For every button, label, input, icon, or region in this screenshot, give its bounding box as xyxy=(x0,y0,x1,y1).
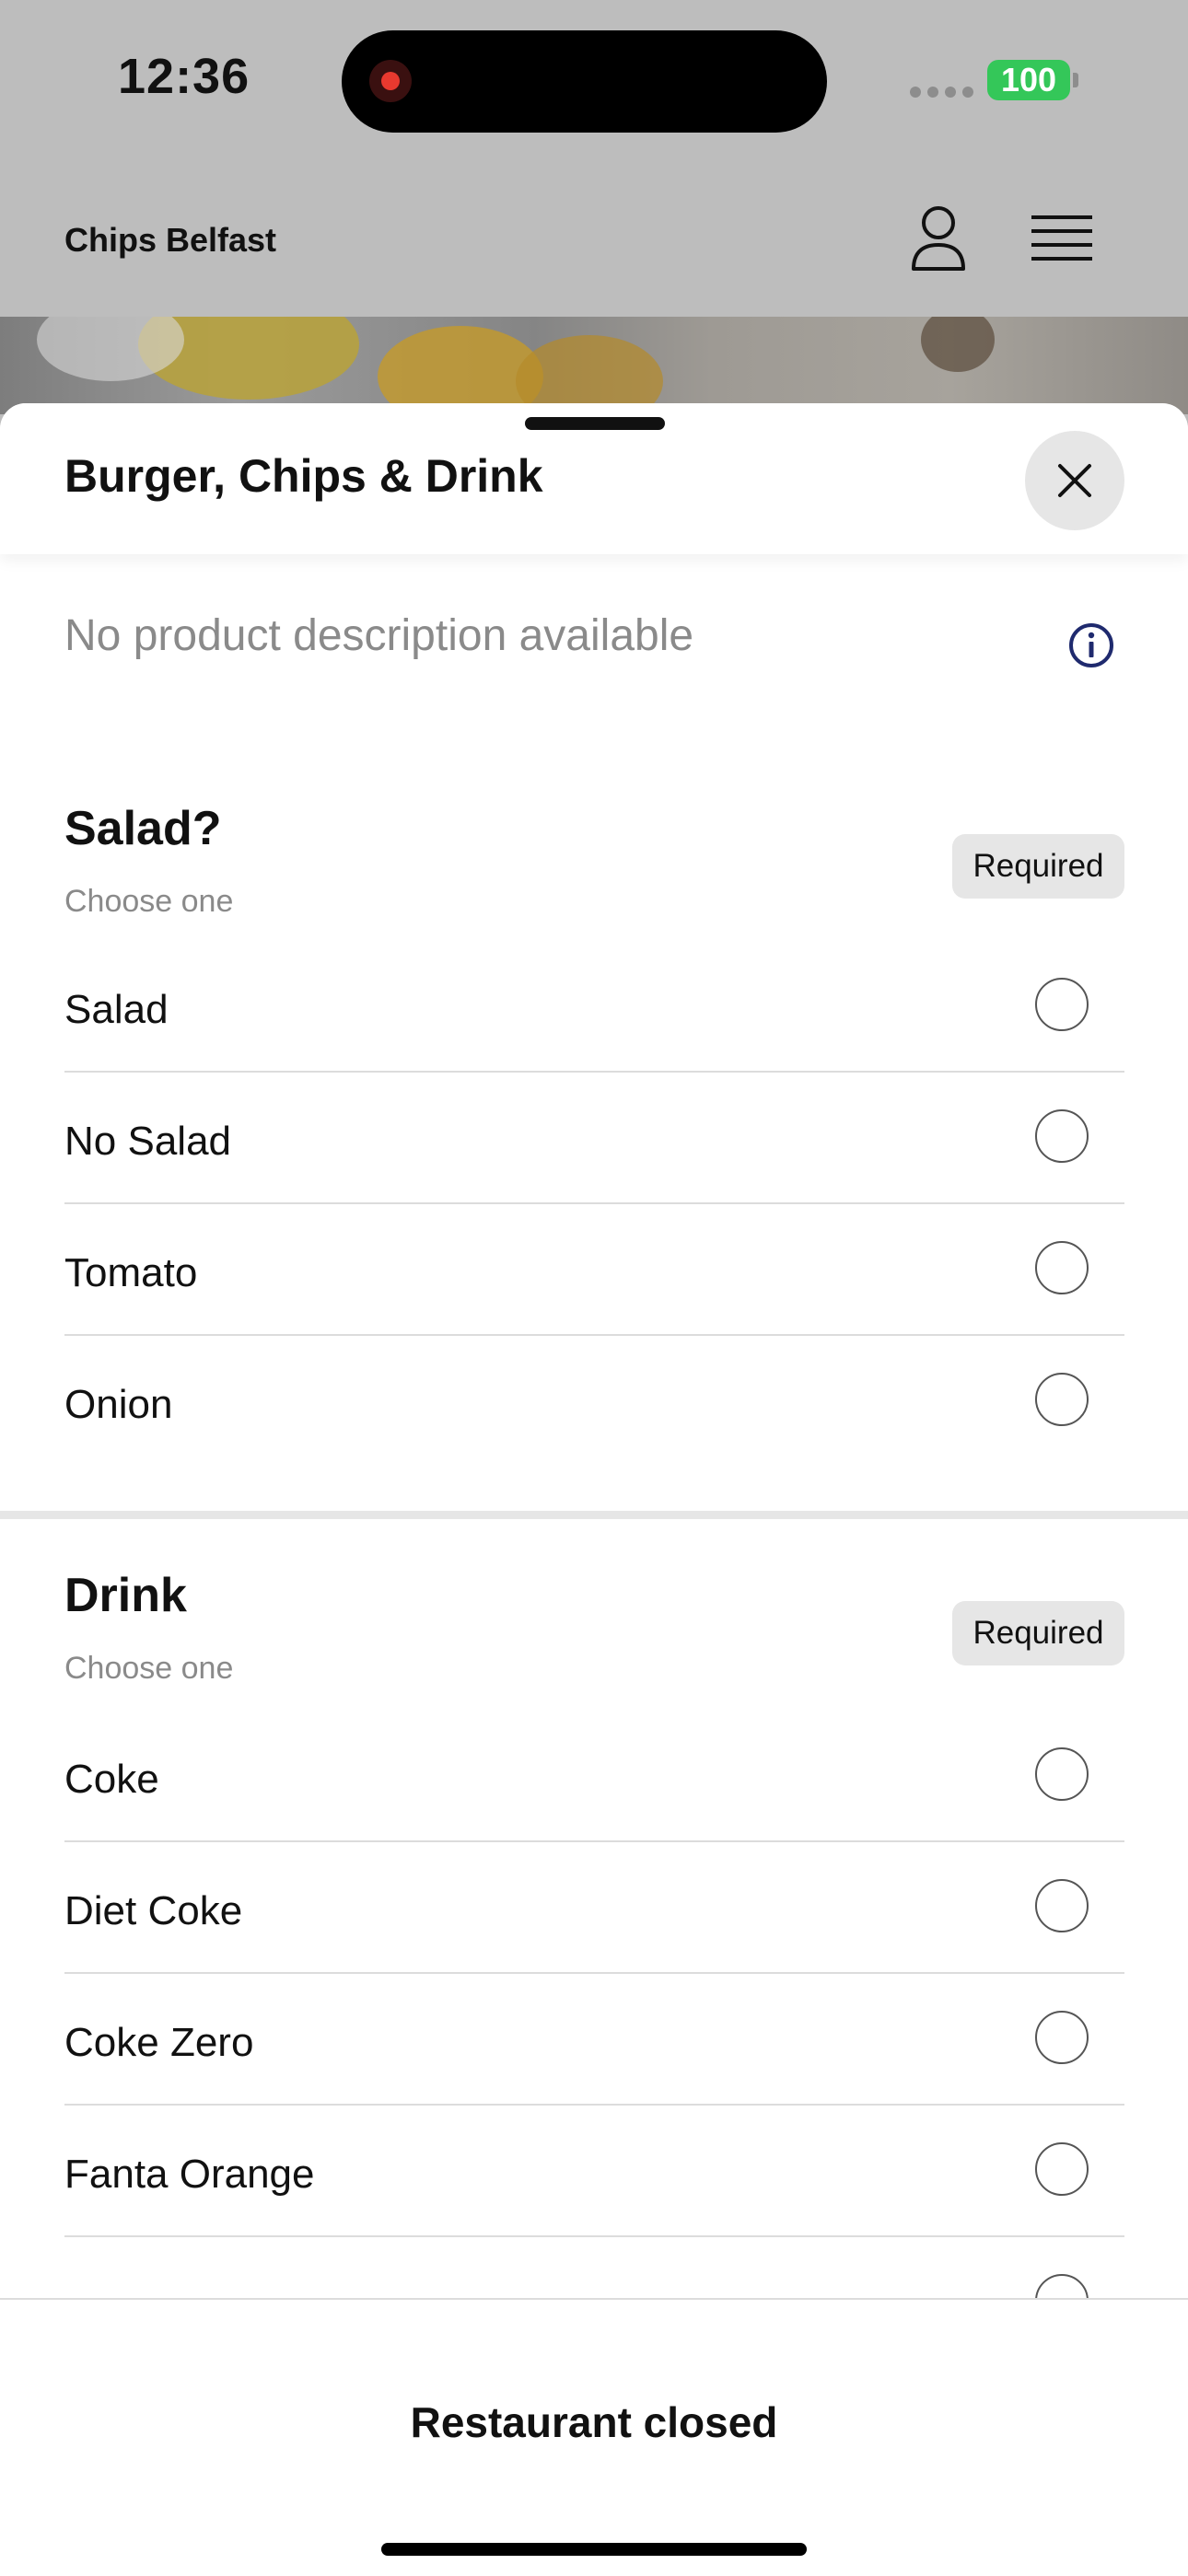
option-label: Coke xyxy=(64,1757,159,1802)
user-icon[interactable] xyxy=(910,204,967,271)
radio-button[interactable] xyxy=(1035,1879,1089,1932)
option-label: Onion xyxy=(64,1382,173,1427)
radio-button[interactable] xyxy=(1035,1241,1089,1294)
close-button[interactable] xyxy=(1025,431,1124,530)
option-list: Salad No Salad Tomato Onion xyxy=(64,941,1124,1466)
cellular-signal-icon xyxy=(910,87,973,98)
sheet-header: Burger, Chips & Drink xyxy=(0,403,1188,554)
dynamic-island xyxy=(342,30,827,133)
option-label: No Salad xyxy=(64,1119,232,1164)
required-badge: Required xyxy=(952,1601,1124,1665)
option-row[interactable]: Coke Zero xyxy=(64,1974,1124,2106)
product-title: Burger, Chips & Drink xyxy=(64,450,543,502)
radio-button[interactable] xyxy=(1035,978,1089,1031)
option-row[interactable]: No Salad xyxy=(64,1073,1124,1204)
radio-button[interactable] xyxy=(1035,1373,1089,1426)
required-badge: Required xyxy=(952,834,1124,899)
radio-button[interactable] xyxy=(1035,1109,1089,1163)
battery-tip xyxy=(1073,73,1078,87)
close-icon xyxy=(1058,464,1091,497)
option-row[interactable]: Tomato xyxy=(64,1204,1124,1336)
option-row[interactable]: Salad xyxy=(64,941,1124,1073)
hamburger-menu-icon[interactable] xyxy=(1031,214,1092,263)
option-label: Coke Zero xyxy=(64,2020,254,2065)
option-row[interactable]: Fanta Orange xyxy=(64,2106,1124,2237)
option-label: Diet Coke xyxy=(64,1888,243,1933)
home-indicator[interactable] xyxy=(381,2543,807,2556)
sheet-drag-handle[interactable] xyxy=(525,417,665,430)
status-time: 12:36 xyxy=(118,49,250,104)
sheet-footer: Restaurant closed xyxy=(0,2298,1188,2576)
restaurant-hero-image xyxy=(0,317,1188,414)
restaurant-brand[interactable]: Chips Belfast xyxy=(64,221,276,260)
restaurant-status: Restaurant closed xyxy=(410,2398,778,2446)
info-icon[interactable] xyxy=(1068,622,1114,668)
option-list: Coke Diet Coke Coke Zero Fanta Orange xyxy=(64,1711,1124,2367)
option-label: Salad xyxy=(64,987,169,1032)
section-divider xyxy=(0,1511,1188,1519)
radio-button[interactable] xyxy=(1035,2011,1089,2064)
option-row[interactable]: Diet Coke xyxy=(64,1842,1124,1974)
option-row[interactable]: Onion xyxy=(64,1336,1124,1466)
battery-icon: 100 xyxy=(987,60,1070,100)
option-label: Fanta Orange xyxy=(64,2152,315,2197)
product-description: No product description available xyxy=(64,611,694,660)
product-options-sheet: Burger, Chips & Drink No product descrip… xyxy=(0,403,1188,2574)
group-subtitle: Choose one xyxy=(64,884,234,919)
radio-button[interactable] xyxy=(1035,2142,1089,2196)
group-subtitle: Choose one xyxy=(64,1651,234,1686)
option-label: Tomato xyxy=(64,1250,198,1295)
group-title: Salad? xyxy=(64,802,222,855)
group-title: Drink xyxy=(64,1569,187,1622)
option-row[interactable]: Coke xyxy=(64,1711,1124,1842)
radio-button[interactable] xyxy=(1035,1747,1089,1801)
recording-indicator-icon xyxy=(369,60,412,102)
